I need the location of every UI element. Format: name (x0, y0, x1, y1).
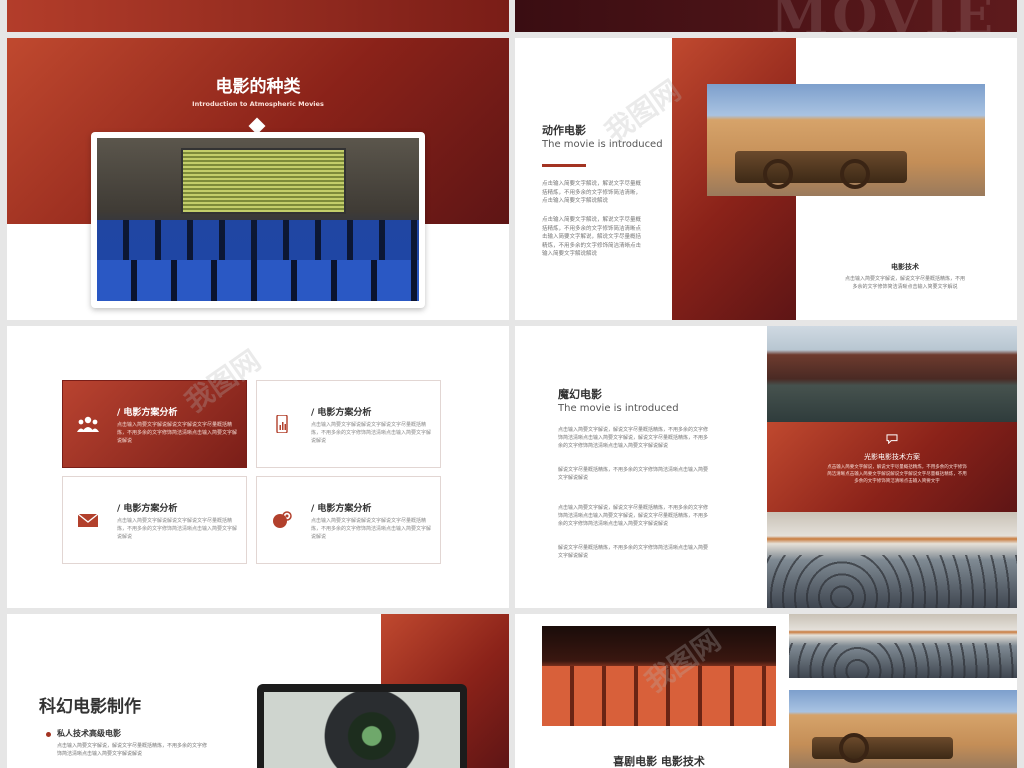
tech-box: 光影电影技术方案 点击输入简要文字解说，解说文字尽量概括精炼，不用多余的文字修饰… (767, 422, 1017, 512)
card-body: 点击输入简要文字解说解说文字解说文字尽量概括精炼，不用多余的文字修饰简洁清晰点击… (311, 518, 432, 540)
pedicab-photo (767, 512, 1017, 608)
body-paragraph-1: 点击输入简要文字解说，解说文字尽量概括精炼，不用多余的文字修饰简洁清晰，点击输入… (542, 181, 642, 204)
section-title: 喜剧电影 电影技术 (613, 755, 705, 768)
tech-title: 电影技术 (891, 263, 919, 271)
body-paragraph-1: 点击输入简要文字解说，解说文字尽量概括精炼，不用多余的文字修饰简洁清晰点击输入简… (558, 427, 709, 449)
mail-icon (77, 513, 99, 527)
globe-target-icon (273, 511, 292, 528)
people-icon (77, 416, 99, 432)
section-subtitle: The movie is introduced (542, 139, 663, 150)
camera-lens-photo (264, 692, 460, 768)
section-subtitle: The movie is introduced (558, 403, 679, 414)
card-body: 点击输入简要文字解说解说文字解说文字尽量概括精炼，不用多余的文字修饰简洁清晰点击… (311, 422, 432, 444)
slide-title: 电影的种类 (215, 77, 301, 97)
section-title: 科幻电影制作 (39, 697, 141, 717)
slide-scifi-movie[interactable]: 科幻电影制作 私人技术高级电影 点击输入简要文字解说，解说文字尽量概括精炼，不用… (7, 614, 509, 768)
pedicab-photo-2 (789, 614, 1017, 678)
red-seats-photo (542, 626, 776, 726)
body-paragraph-2: 解说文字尽量概括精炼，不用多余的文字修饰简洁清晰点击输入简要文字解说解说 (558, 467, 709, 481)
bullet-text: 私人技术高级电影 (57, 729, 121, 738)
body-paragraph-4: 解说文字尽量概括精炼，不用多余的文字修饰简洁清晰点击输入简要文字解说解说 (558, 545, 709, 559)
card-title: / 电影方案分析 (311, 408, 372, 418)
slide-top-left-strip[interactable] (7, 0, 509, 32)
tech-box-body: 点击输入简要文字解说，解说文字尽量概括精炼，不用多余的文字修饰简洁清晰点击输入简… (827, 465, 967, 484)
card-body: 点击输入简要文字解说解说文字解说文字尽量概括精炼，不用多余的文字修饰简洁清晰点击… (117, 422, 238, 444)
slide-action-movie[interactable]: 动作电影 The movie is introduced 点击输入简要文字解说，… (515, 38, 1017, 320)
ancient-cart-photo-2 (789, 690, 1017, 768)
plan-card-4[interactable]: / 电影方案分析 点击输入简要文字解说解说文字解说文字尽量概括精炼，不用多余的文… (256, 476, 441, 564)
card-title: / 电影方案分析 (117, 408, 178, 418)
slide-movie-types[interactable]: 电影的种类 Introduction to Atmospheric Movies (7, 38, 509, 320)
section-title: 动作电影 (542, 124, 586, 137)
card-title: / 电影方案分析 (311, 504, 372, 514)
tech-body: 点击输入简要文字解说，解说文字尽量概括精炼，不用多余的文字修饰简洁清晰点击输入简… (845, 276, 966, 290)
title-underline (542, 164, 586, 167)
cinema-hall-photo (97, 138, 419, 301)
slide-plan-cards[interactable]: / 电影方案分析 点击输入简要文字解说解说文字解说文字尽量概括精炼，不用多余的文… (7, 326, 509, 608)
slide-top-right-strip[interactable]: MOVIE (515, 0, 1017, 32)
movie-watermark-word: MOVIE (770, 0, 997, 32)
phone-chart-icon (276, 415, 288, 433)
slide-subtitle: Introduction to Atmospheric Movies (192, 100, 324, 108)
plan-card-1[interactable]: / 电影方案分析 点击输入简要文字解说解说文字解说文字尽量概括精炼，不用多余的文… (62, 380, 247, 468)
bullet-dot (46, 732, 51, 737)
ancient-cart-photo (707, 84, 985, 196)
card-title: / 电影方案分析 (117, 504, 178, 514)
card-body: 点击输入简要文字解说解说文字解说文字尽量概括精炼，不用多余的文字修饰简洁清晰点击… (117, 518, 238, 540)
section-title: 魔幻电影 (558, 388, 602, 401)
tech-box-title: 光影电影技术方案 (864, 453, 920, 461)
plan-card-3[interactable]: / 电影方案分析 点击输入简要文字解说解说文字解说文字尽量概括精炼，不用多余的文… (62, 476, 247, 564)
body-paragraph-3: 点击输入简要文字解说，解说文字尽量概括精炼，不用多余的文字修饰简洁清晰点击输入简… (558, 505, 709, 527)
bullet-body: 点击输入简要文字解说，解说文字尽量概括精炼，不用多余的文字修饰简洁清晰点击输入简… (57, 743, 208, 757)
plan-card-2[interactable]: / 电影方案分析 点击输入简要文字解说解说文字解说文字尽量概括精炼，不用多余的文… (256, 380, 441, 468)
body-paragraph-2: 点击输入简要文字解说，解说文字尽量概括精炼，不用多余的文字修饰简洁清晰点击输入简… (542, 217, 642, 257)
chat-bubble-icon (886, 434, 898, 444)
canal-town-photo (767, 326, 1017, 422)
slide-comedy-movie[interactable]: 喜剧电影 电影技术 (515, 614, 1017, 768)
slide-magic-movie[interactable]: 魔幻电影 The movie is introduced 点击输入简要文字解说，… (515, 326, 1017, 608)
